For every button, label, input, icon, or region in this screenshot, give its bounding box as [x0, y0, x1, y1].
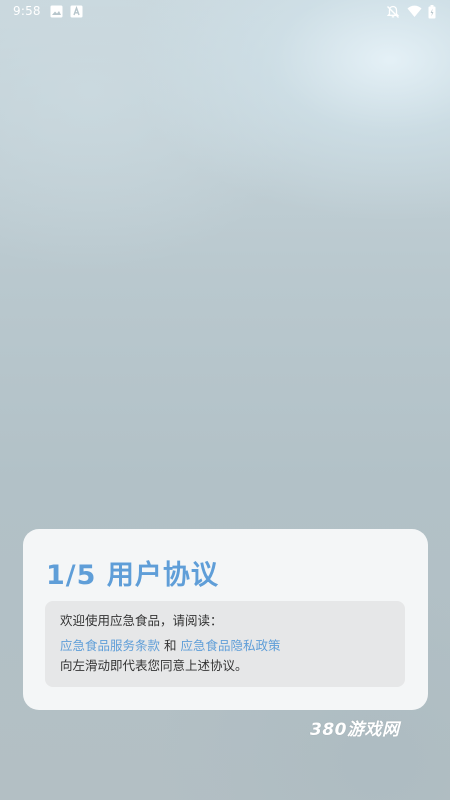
privacy-policy-link[interactable]: 应急食品隐私政策 [181, 638, 281, 653]
agreement-intro: 欢迎使用应急食品，请阅读： [60, 613, 223, 628]
agreement-card: 1/5 用户协议 欢迎使用应急食品，请阅读： 应急食品服务条款和应急食品隐私政策… [23, 529, 428, 710]
swipe-notice: 向左滑动即代表您同意上述协议。 [60, 658, 248, 673]
image-icon [50, 5, 63, 21]
wifi-icon [407, 5, 422, 21]
screen: 9:58 1/5 用户协议 欢迎使用应急食品，请阅读： 应急食品服务条款 和 应… [0, 0, 450, 800]
agreement-links-row: 应急食品服务条款和应急食品隐私政策 [60, 635, 281, 654]
status-time: 9:58 [13, 4, 41, 18]
status-bar: 9:58 [0, 0, 450, 24]
battery-icon [428, 5, 436, 22]
font-a-icon [70, 5, 83, 21]
agreement-notice-box: 欢迎使用应急食品，请阅读： 应急食品服务条款和应急食品隐私政策 向左滑动即代表您… [45, 601, 405, 687]
notifications-off-icon [386, 5, 400, 22]
watermark-logo: 380游戏网 [310, 720, 400, 740]
conjunction-text: 和 [164, 638, 177, 653]
service-terms-link[interactable]: 应急食品服务条款 [60, 638, 160, 653]
agreement-title: 1/5 用户协议 [46, 560, 219, 591]
